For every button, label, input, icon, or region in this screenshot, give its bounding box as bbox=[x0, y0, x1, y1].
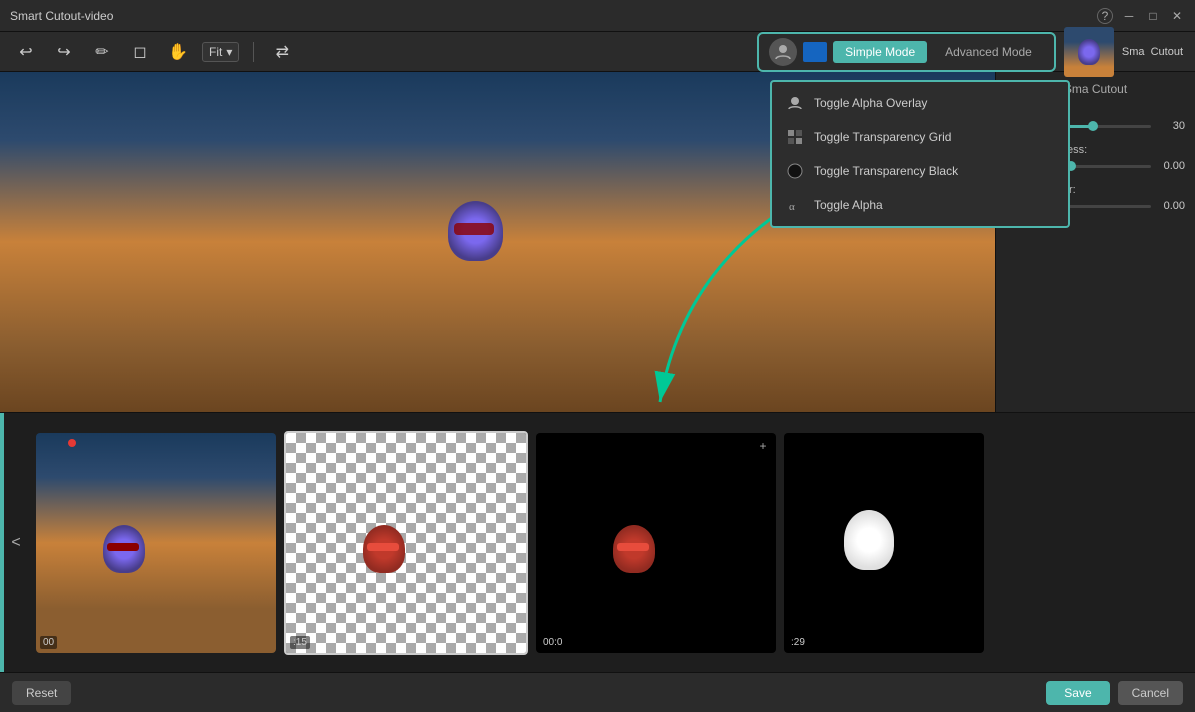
toggle-alpha-item[interactable]: α Toggle Alpha bbox=[772, 188, 1068, 222]
undo-button[interactable]: ↩ bbox=[12, 38, 40, 66]
toggle-transparency-grid-item[interactable]: Toggle Transparency Grid bbox=[772, 120, 1068, 154]
main-toolbar: ↩ ↪ ✏ ◻ ✋ Fit ▾ ⇄ Simple M bbox=[0, 32, 1195, 72]
eraser-icon: ◻ bbox=[133, 42, 146, 62]
film-thumb-original[interactable]: 00 bbox=[36, 433, 276, 653]
filmstrip: < 00 :15 bbox=[0, 412, 1195, 672]
corner-thumbnail bbox=[1064, 27, 1114, 77]
toolbar-right: Simple Mode Advanced Mode Sma Cutout bbox=[757, 27, 1183, 77]
canvas-figure bbox=[448, 201, 518, 281]
edge-feather-value: 0.00 bbox=[1157, 200, 1185, 212]
redo-button[interactable]: ↪ bbox=[50, 38, 78, 66]
thumb-orig-head bbox=[103, 525, 145, 573]
thumb-alpha-bg bbox=[784, 433, 984, 653]
sma-cutout-top-label: Sma Cutout bbox=[1122, 46, 1183, 58]
toggle-transparency-black-icon bbox=[786, 162, 804, 180]
thumb-black-bg bbox=[536, 433, 776, 653]
undo-icon: ↩ bbox=[19, 42, 32, 62]
brush-size-thumb[interactable] bbox=[1088, 121, 1098, 131]
pan-button[interactable]: ✋ bbox=[164, 38, 192, 66]
toggle-transparency-grid-label: Toggle Transparency Grid bbox=[814, 130, 951, 144]
thumb-time-15: :15 bbox=[290, 636, 310, 649]
separator bbox=[253, 42, 254, 62]
toggle-alpha-icon: α bbox=[786, 196, 804, 214]
brush-button[interactable]: ✏ bbox=[88, 38, 116, 66]
toggle-alpha-label: Toggle Alpha bbox=[814, 198, 883, 212]
action-buttons: Save Cancel bbox=[1046, 681, 1183, 705]
maximize-button[interactable]: □ bbox=[1145, 8, 1161, 24]
film-thumb-transparent[interactable]: :15 bbox=[284, 431, 528, 655]
thumb-alpha-head bbox=[844, 510, 894, 570]
thumb-time-0: 00 bbox=[40, 636, 57, 649]
fit-dropdown[interactable]: Fit ▾ bbox=[202, 42, 239, 62]
brush-size-value: 30 bbox=[1157, 120, 1185, 132]
toggle-transparency-black-item[interactable]: Toggle Transparency Black bbox=[772, 154, 1068, 188]
toggle-alpha-overlay-icon bbox=[786, 94, 804, 112]
thumb-time-000: 00:0 bbox=[540, 636, 565, 649]
close-button[interactable]: ✕ bbox=[1169, 8, 1185, 24]
pan-icon: ✋ bbox=[168, 42, 188, 62]
redo-icon: ↪ bbox=[57, 42, 70, 62]
thumb-black-glasses bbox=[617, 543, 649, 551]
strip-left-button[interactable]: < bbox=[4, 534, 28, 552]
figure-glasses bbox=[454, 223, 494, 235]
simple-mode-button[interactable]: Simple Mode bbox=[833, 41, 927, 63]
corner-figure bbox=[1078, 39, 1100, 65]
svg-text:α: α bbox=[789, 201, 795, 213]
app-title: Smart Cutout-video bbox=[10, 9, 113, 23]
switch-button[interactable]: ⇄ bbox=[268, 38, 296, 66]
fit-label: Fit bbox=[209, 45, 222, 59]
toggle-alpha-overlay-item[interactable]: Toggle Alpha Overlay bbox=[772, 86, 1068, 120]
thumb-black-figure bbox=[613, 525, 655, 573]
thumb-original-bg bbox=[36, 433, 276, 653]
minimize-button[interactable]: ─ bbox=[1121, 8, 1137, 24]
switch-icon: ⇄ bbox=[276, 42, 289, 62]
timeline-dot bbox=[68, 439, 76, 447]
thumb-trans-head bbox=[363, 525, 405, 573]
person-svg bbox=[774, 43, 792, 61]
toggle-transparency-grid-icon bbox=[786, 128, 804, 146]
thumb-add-button[interactable]: + bbox=[754, 437, 772, 455]
thumb-transparent-bg bbox=[286, 433, 526, 653]
bottom-action-bar: Reset Save Cancel bbox=[0, 672, 1195, 712]
avatar-icon[interactable] bbox=[769, 38, 797, 66]
thumb-orig-figure bbox=[103, 525, 145, 573]
edge-thickness-value: 0.00 bbox=[1157, 160, 1185, 172]
sma-cutout-label: Sma Cutout bbox=[1064, 82, 1127, 96]
thumb-trans-glasses bbox=[367, 543, 399, 551]
film-thumb-alpha[interactable]: :29 bbox=[784, 433, 984, 653]
view-mode-panel: Simple Mode Advanced Mode bbox=[757, 32, 1056, 72]
thumb-black-head bbox=[613, 525, 655, 573]
window-controls: ? ─ □ ✕ bbox=[1097, 8, 1185, 24]
eraser-button[interactable]: ◻ bbox=[126, 38, 154, 66]
toggle-alpha-overlay-label: Toggle Alpha Overlay bbox=[814, 96, 927, 110]
advanced-mode-button[interactable]: Advanced Mode bbox=[933, 41, 1044, 63]
save-button[interactable]: Save bbox=[1046, 681, 1109, 705]
film-thumb-black[interactable]: 00:0 + bbox=[536, 433, 776, 653]
figure-head bbox=[448, 201, 503, 261]
fit-chevron-icon: ▾ bbox=[226, 45, 232, 59]
thumb-alpha-figure bbox=[844, 510, 894, 570]
dropdown-menu: Toggle Alpha Overlay Toggle Transparency… bbox=[770, 80, 1070, 228]
filmstrip-container: 00 :15 00:0 + bbox=[28, 423, 1195, 662]
thumb-orig-glasses bbox=[107, 543, 139, 551]
reset-button[interactable]: Reset bbox=[12, 681, 71, 705]
toggle-transparency-black-label: Toggle Transparency Black bbox=[814, 164, 958, 178]
thumb-time-29: :29 bbox=[788, 636, 808, 649]
blue-color-swatch[interactable] bbox=[803, 42, 827, 62]
thumb-trans-figure bbox=[363, 525, 405, 573]
cancel-button[interactable]: Cancel bbox=[1118, 681, 1183, 705]
help-button[interactable]: ? bbox=[1097, 8, 1113, 24]
brush-icon: ✏ bbox=[95, 42, 108, 62]
